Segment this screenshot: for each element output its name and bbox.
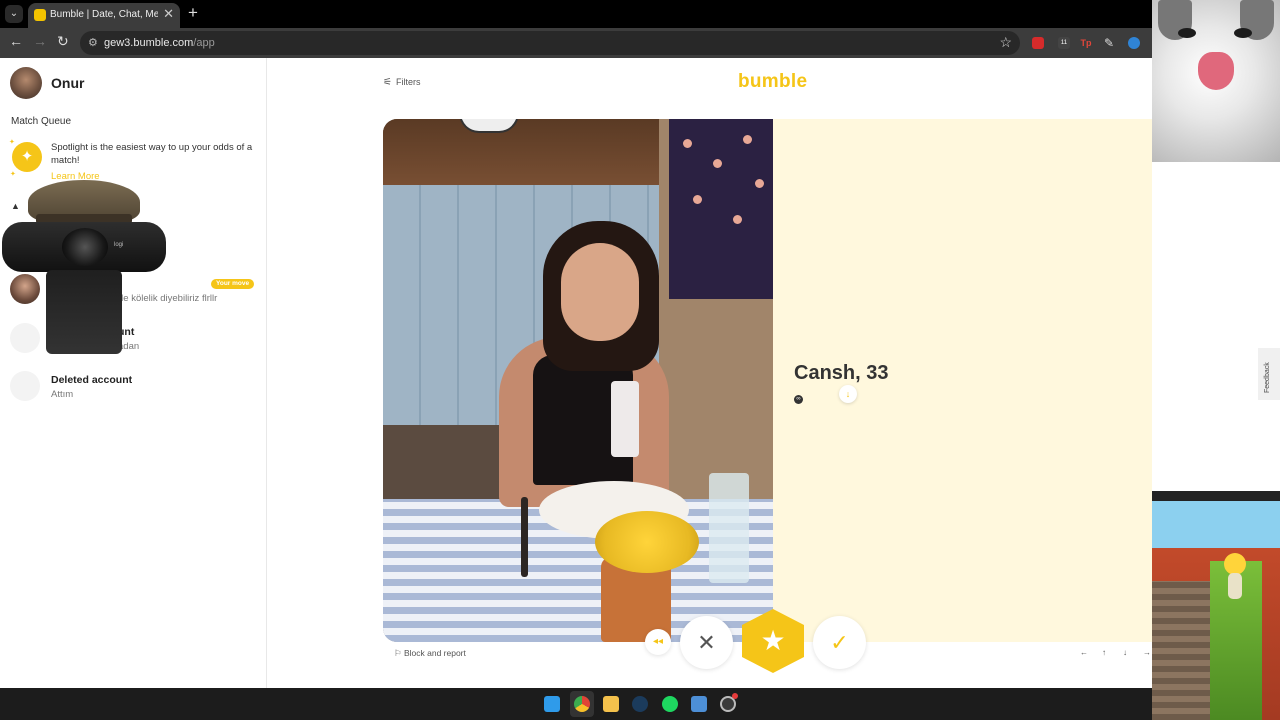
bumble-logo: bumble: [738, 71, 808, 92]
pass-button[interactable]: ✕: [680, 616, 733, 669]
forward-icon[interactable]: →: [33, 33, 47, 49]
kitten-tongue: [1198, 52, 1234, 90]
filters-button[interactable]: ⚟ Filters: [383, 77, 420, 88]
webcam-clip: [46, 270, 122, 354]
profile-photo: [383, 119, 773, 642]
feedback-label: Feedback: [1264, 362, 1271, 393]
game-runner: [1228, 573, 1242, 599]
url-text: gew3.bumble.com/app: [104, 37, 215, 49]
block-report-label: Block and report: [403, 648, 466, 658]
webcam-image: logi: [2, 222, 166, 272]
photo-glass: [611, 381, 639, 457]
profile-card: Cansh, 33 ∞ ↓: [383, 119, 1152, 642]
photo-poster-flower: [743, 135, 752, 144]
conversation-message[interactable]: Attım: [51, 389, 73, 400]
extension-calendar-icon[interactable]: 11: [1058, 37, 1070, 49]
photo-poster-flower: [693, 195, 702, 204]
browser-tab-bar: ⌄ Bumble | Date, Chat, Meet New ✕ +: [0, 0, 1152, 28]
avatar[interactable]: [10, 67, 42, 99]
arrow-left-key-hint: ←: [1080, 648, 1088, 657]
tab-search-icon[interactable]: ⌄: [5, 5, 23, 23]
photo-poster-flower: [755, 179, 764, 188]
deleted-avatar: [10, 371, 40, 401]
chrome-icon[interactable]: [574, 696, 590, 712]
photo-person-face: [561, 243, 639, 341]
sliders-icon: ⚟: [383, 77, 392, 88]
photos-icon[interactable]: [691, 696, 707, 712]
photo-poster-flower: [683, 139, 692, 148]
address-bar[interactable]: ⚙ gew3.bumble.com/app ☆: [80, 31, 1020, 55]
webcam-overlay: logi: [0, 178, 168, 356]
windows-start-icon[interactable]: [544, 696, 560, 712]
filters-label: Filters: [395, 77, 421, 87]
back-icon[interactable]: ←: [9, 33, 23, 49]
extension-eyedropper-icon[interactable]: ✎: [1103, 37, 1115, 49]
tab-bumble[interactable]: Bumble | Date, Chat, Meet New ✕: [28, 3, 180, 28]
coin-icon: [1224, 553, 1246, 575]
kitten-eye: [1178, 28, 1196, 38]
user-name[interactable]: Onur: [51, 75, 84, 91]
steam-icon[interactable]: [632, 696, 648, 712]
game-track: [1152, 581, 1210, 720]
spotify-icon[interactable]: [662, 696, 678, 712]
game-top-strip: [1152, 491, 1280, 501]
arrow-down-icon[interactable]: ↓: [839, 385, 857, 403]
arrow-up-key-hint: ↑: [1102, 648, 1106, 657]
site-info-icon[interactable]: ⚙: [88, 36, 98, 49]
taskbar: [0, 688, 1152, 720]
arrow-right-key-hint: →: [1143, 648, 1151, 657]
flag-icon: ⚐: [394, 648, 404, 658]
extension-shield-icon[interactable]: [1032, 37, 1044, 49]
kitten-video-overlay: [1152, 0, 1280, 162]
block-and-report-link[interactable]: ⚐ Block and report: [394, 648, 466, 659]
kitten-eye: [1234, 28, 1252, 38]
tab-close-icon[interactable]: ✕: [163, 6, 174, 22]
extension-tp-icon[interactable]: Tp: [1080, 37, 1092, 49]
photo-poster-flower: [733, 215, 742, 224]
verified-icon: ∞: [794, 395, 803, 404]
bookmark-star-icon[interactable]: ☆: [999, 34, 1012, 51]
profile-info-panel: Cansh, 33 ∞ ↓: [773, 119, 1152, 642]
profile-name-age: Cansh, 33: [794, 362, 889, 384]
rewind-icon: ◂◂: [652, 636, 664, 647]
photo-cups: [709, 473, 749, 583]
bumble-favicon-icon: [34, 9, 46, 21]
file-explorer-icon[interactable]: [603, 696, 619, 712]
feedback-tab[interactable]: Feedback: [1258, 348, 1280, 400]
match-queue-title: Match Queue: [11, 116, 72, 127]
star-icon: ★: [760, 625, 786, 656]
spotlight-text: Spotlight is the easiest way to up your …: [51, 142, 253, 166]
photo-knife: [521, 497, 528, 577]
extension-blue-icon[interactable]: [1128, 37, 1140, 49]
arrow-down-key-hint: ↓: [1123, 648, 1127, 657]
spotlight-icon[interactable]: ✦: [12, 142, 42, 172]
webcam-logo: logi: [114, 242, 124, 248]
sparkle-icon: ✦: [10, 171, 16, 178]
sidebar: Onur Match Queue ✦ ✦ ✦ Spotlight is the …: [0, 58, 267, 688]
check-icon: ✓: [830, 630, 849, 655]
reload-icon[interactable]: ↻: [57, 33, 69, 50]
game-video-overlay: [1152, 491, 1280, 720]
tab-title: Bumble | Date, Chat, Meet New: [50, 9, 158, 20]
rewind-button[interactable]: ◂◂: [645, 629, 671, 655]
close-icon: ✕: [697, 630, 716, 655]
photo-poster-flower: [713, 159, 722, 168]
notification-dot-icon: [732, 693, 738, 699]
your-move-badge: Your move: [211, 279, 255, 289]
browser-toolbar: ← → ↻ ⚙ gew3.bumble.com/app ☆ 11 Tp ✎: [0, 28, 1152, 58]
like-button[interactable]: ✓: [813, 616, 866, 669]
conversation-name[interactable]: Deleted account: [51, 374, 132, 386]
photo-bouquet: [595, 511, 699, 573]
sparkle-icon: ✦: [9, 139, 15, 146]
new-tab-icon[interactable]: +: [188, 3, 198, 23]
camera-lens-icon: [62, 228, 108, 266]
